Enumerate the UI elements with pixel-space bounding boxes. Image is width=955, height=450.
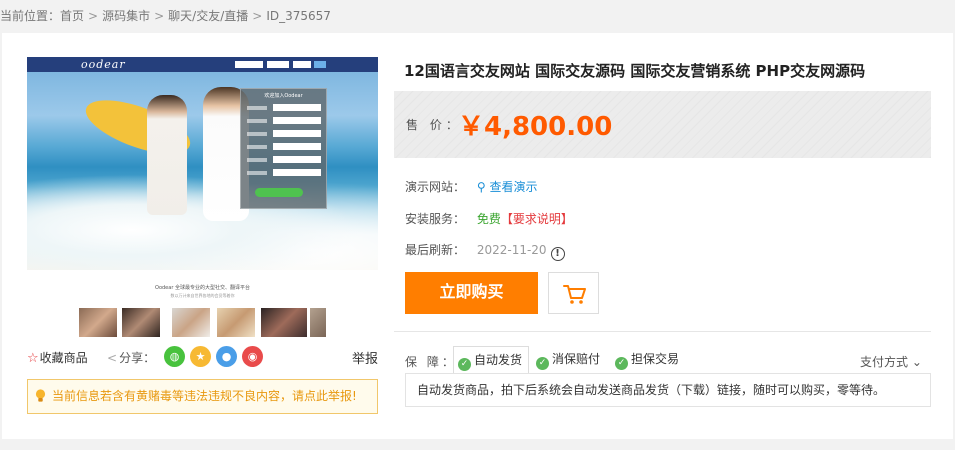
product-card: oodear 欢迎加入Oodear Oodear 全球最专业的大型社交、翻译平台… xyxy=(2,33,953,439)
preview-login-button xyxy=(255,188,303,197)
product-image[interactable]: oodear 欢迎加入Oodear Oodear 全球最专业的大型社交、翻译平台… xyxy=(27,57,378,337)
preview-logo: oodear xyxy=(81,58,126,71)
breadcrumb-category[interactable]: 聊天/交友/直播 xyxy=(168,9,248,23)
guarantee-description: 自动发货商品，拍下后系统会自动发送商品发货（下载）链接，随时可以购买，零等待。 xyxy=(405,373,931,407)
preview-member-photo xyxy=(79,308,117,337)
price-label: 售 价： xyxy=(406,118,462,132)
preview-member-photo xyxy=(310,308,326,337)
breadcrumb: 当前位置：首页 > 源码集市 > 聊天/交友/直播 > ID_375657 xyxy=(0,7,331,25)
preview-label xyxy=(247,119,267,123)
preview-subline: 数以万计来自世界各地的会员等着你 xyxy=(170,293,235,298)
guarantee-label: 保 障： xyxy=(405,355,457,369)
preview-label xyxy=(247,132,267,136)
tab-compensation[interactable]: ✓ 消保赔付 xyxy=(532,346,608,372)
tab-label: 担保交易 xyxy=(631,352,680,366)
preview-field xyxy=(273,143,321,150)
breadcrumb-id: ID_375657 xyxy=(266,9,331,23)
preview-figure xyxy=(147,95,187,215)
install-row: 安装服务： 免费【要求说明】 xyxy=(405,210,573,227)
check-icon: ✓ xyxy=(536,357,549,370)
demo-link[interactable]: ⚲ 查看演示 xyxy=(477,180,538,194)
breadcrumb-separator: > xyxy=(252,9,263,23)
payment-methods-dropdown[interactable]: 支付方式 ⌄ xyxy=(860,353,922,370)
bulb-icon xyxy=(35,389,46,402)
breadcrumb-prefix: 当前位置： xyxy=(0,9,61,23)
preview-login-title: 欢迎加入Oodear xyxy=(264,93,303,99)
install-note-link[interactable]: 【要求说明】 xyxy=(501,212,573,226)
share-label: < 分享： xyxy=(107,349,155,366)
price-box: 售 价： ￥4,800.00 xyxy=(394,91,931,158)
report-button[interactable]: 举报 xyxy=(352,348,378,367)
favorite-button[interactable]: ☆收藏商品 xyxy=(27,349,88,366)
share-text: 分享： xyxy=(119,351,156,365)
report-warning[interactable]: 当前信息若含有黄赌毒等违法违规不良内容，请点此举报! xyxy=(27,379,378,414)
demo-link-text: 查看演示 xyxy=(489,180,538,194)
breadcrumb-separator: > xyxy=(154,9,165,23)
breadcrumb-separator: > xyxy=(88,9,99,23)
check-icon: ✓ xyxy=(615,357,628,370)
check-icon: ✓ xyxy=(458,358,471,371)
preview-member-photo xyxy=(122,308,160,337)
preview-input xyxy=(293,61,311,68)
demo-label: 演示网站： xyxy=(405,180,466,194)
warning-text: 当前信息若含有黄赌毒等违法违规不良内容，请点此举报! xyxy=(52,389,357,403)
weibo-icon[interactable]: ◉ xyxy=(242,346,263,367)
preview-member-photo xyxy=(172,308,210,337)
preview-input xyxy=(267,61,289,68)
price-value: ￥4,800.00 xyxy=(458,112,613,142)
qzone-icon[interactable]: ★ xyxy=(190,346,211,367)
preview-member-photo xyxy=(217,308,255,337)
demo-row: 演示网站： ⚲ 查看演示 xyxy=(405,178,537,195)
chevron-down-icon: ⌄ xyxy=(911,355,922,369)
tab-label: 消保赔付 xyxy=(552,352,601,366)
product-actions: ☆收藏商品 < 分享： ◍ ★ ● ◉ 举报 xyxy=(27,346,378,368)
cart-icon xyxy=(563,285,586,304)
star-icon: ☆ xyxy=(27,351,39,366)
preview-label xyxy=(247,106,267,110)
preview-tagline: Oodear 全球最专业的大型社交、翻译平台 xyxy=(155,285,250,291)
preview-label xyxy=(247,158,267,162)
info-icon[interactable]: ! xyxy=(550,247,565,261)
breadcrumb-home[interactable]: 首页 xyxy=(60,9,84,23)
qq-icon[interactable]: ● xyxy=(216,346,237,367)
preview-lower: Oodear 全球最专业的大型社交、翻译平台 数以万计来自世界各地的会员等着你 xyxy=(27,270,378,337)
preview-label xyxy=(247,145,267,149)
preview-label xyxy=(247,171,267,175)
share-icon: < xyxy=(107,351,118,365)
preview-button xyxy=(314,61,326,68)
preview-field xyxy=(273,104,321,111)
product-title: 12国语言交友网站 国际交友源码 国际交友营销系统 PHP交友网源码 xyxy=(404,62,866,80)
tab-auto-delivery[interactable]: ✓ 自动发货 xyxy=(453,346,529,374)
preview-login-panel: 欢迎加入Oodear xyxy=(240,88,327,209)
search-icon: ⚲ xyxy=(476,180,486,194)
tab-label: 自动发货 xyxy=(474,353,523,367)
preview-field xyxy=(273,156,321,163)
preview-field xyxy=(273,130,321,137)
refresh-label: 最后刷新： xyxy=(405,243,466,257)
buy-now-button[interactable]: 立即购买 xyxy=(405,272,538,314)
payment-label: 支付方式 xyxy=(860,355,909,369)
preview-field xyxy=(273,117,321,124)
add-to-cart-button[interactable] xyxy=(548,272,599,314)
install-label: 安装服务： xyxy=(405,212,466,226)
section-divider xyxy=(394,331,931,332)
refresh-date: 2022-11-20 xyxy=(476,243,547,257)
favorite-label: 收藏商品 xyxy=(39,351,88,365)
preview-member-photo xyxy=(261,308,307,337)
install-value: 免费 xyxy=(476,212,501,226)
refresh-row: 最后刷新： 2022-11-20! xyxy=(405,241,565,261)
wechat-icon[interactable]: ◍ xyxy=(164,346,185,367)
tab-escrow[interactable]: ✓ 担保交易 xyxy=(611,346,687,372)
preview-field xyxy=(273,169,321,176)
breadcrumb-market[interactable]: 源码集市 xyxy=(102,9,150,23)
preview-input xyxy=(235,61,263,68)
